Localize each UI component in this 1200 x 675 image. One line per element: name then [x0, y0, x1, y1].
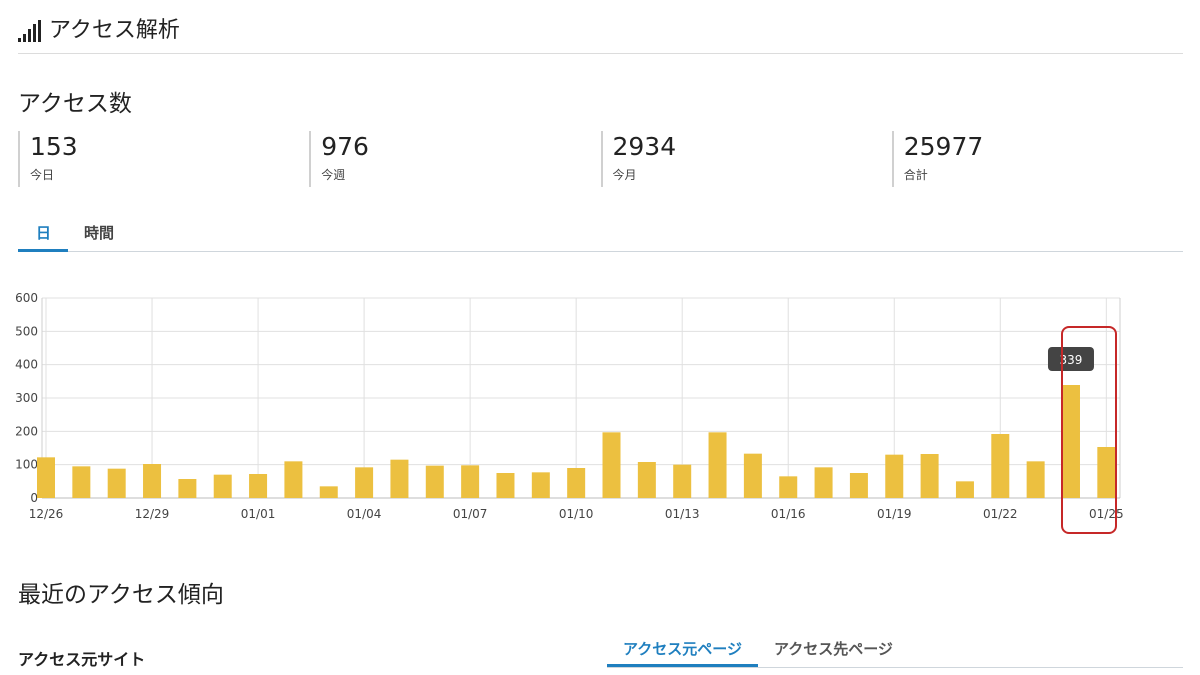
tab-referrer-page[interactable]: アクセス元ページ: [607, 634, 758, 667]
y-tick-label: 500: [15, 324, 38, 338]
app-title: アクセス解析: [49, 18, 180, 43]
x-tick-label: 12/29: [135, 507, 170, 521]
bar-01-20: [920, 454, 939, 498]
bar-01-13: [673, 464, 692, 498]
bar-01-05: [390, 459, 409, 498]
y-tick-label: 0: [30, 491, 38, 505]
x-tick-label: 01/04: [347, 507, 382, 521]
stat-value: 976: [321, 132, 369, 161]
bar-01-15: [743, 453, 762, 498]
stat-today: 153 今日: [18, 131, 309, 187]
bar-01-23: [1026, 461, 1045, 498]
bar-01-08: [496, 473, 515, 498]
referrer-title: アクセス元サイト: [18, 650, 146, 669]
x-tick-label: 01/10: [559, 507, 594, 521]
bar-12-30: [178, 479, 197, 498]
bar-12-26: [37, 457, 55, 498]
y-tick-label: 100: [15, 458, 38, 472]
stat-month: 2934 今月: [600, 131, 892, 187]
tab-landing-page[interactable]: アクセス先ページ: [758, 634, 909, 667]
bar-12-28: [107, 468, 126, 498]
period-tabs: 日 時間: [18, 214, 1183, 252]
stat-value: 2934: [612, 132, 677, 161]
highlight-box: [1061, 326, 1117, 534]
bar-01-02: [284, 461, 303, 498]
stat-label: 今月: [612, 168, 637, 182]
bar-01-04: [355, 467, 374, 498]
stat-label: 合計: [903, 168, 928, 182]
bar-12-31: [213, 474, 232, 498]
stat-label: 今日: [30, 168, 55, 182]
tab-day[interactable]: 日: [18, 214, 68, 252]
trend-title: 最近のアクセス傾向: [18, 582, 224, 608]
bar-01-03: [319, 486, 338, 498]
bar-01-07: [461, 465, 480, 498]
stats-row: 153 今日 976 今週 2934 今月 25977 合計: [18, 131, 1183, 187]
bar-01-21: [955, 481, 974, 498]
bar-01-06: [425, 465, 444, 498]
y-tick-label: 600: [15, 291, 38, 305]
referrer-tabs: アクセス元ページ アクセス先ページ: [607, 634, 1183, 668]
access-count-title: アクセス数: [18, 91, 132, 117]
stat-label: 今週: [321, 168, 346, 182]
stat-value: 25977: [903, 132, 984, 161]
x-tick-label: 01/22: [983, 507, 1018, 521]
y-tick-label: 300: [15, 391, 38, 405]
bar-01-14: [708, 432, 727, 498]
bar-01-22: [991, 434, 1010, 498]
access-bar-chart: 0 100 200 300 400 500 600 12/26 12/29 01/01 01/04 0…: [15, 291, 1124, 521]
stat-value: 153: [30, 132, 78, 161]
bar-01-01: [249, 474, 268, 498]
app-header: アクセス解析: [18, 14, 1183, 54]
bar-01-11: [602, 432, 621, 498]
signal-bars-icon: [18, 20, 41, 42]
bar-01-18: [849, 473, 868, 498]
bar-01-09: [531, 472, 550, 498]
tab-hour[interactable]: 時間: [68, 214, 130, 252]
x-tick-label: 01/01: [241, 507, 276, 521]
x-tick-label: 12/26: [29, 507, 64, 521]
bar-01-12: [637, 462, 656, 498]
x-tick-label: 01/16: [771, 507, 806, 521]
x-tick-label: 01/19: [877, 507, 912, 521]
bar-01-16: [779, 476, 798, 498]
bar-12-27: [72, 466, 91, 498]
bar-01-19: [885, 454, 904, 498]
x-tick-label: 01/13: [665, 507, 700, 521]
stat-week: 976 今週: [309, 131, 600, 187]
bar-01-17: [814, 467, 833, 498]
bar-01-10: [567, 468, 586, 498]
stat-total: 25977 合計: [891, 131, 1183, 187]
y-tick-label: 200: [15, 424, 38, 438]
bar-12-29: [143, 464, 162, 498]
y-tick-label: 400: [15, 358, 38, 372]
x-tick-label: 01/07: [453, 507, 488, 521]
